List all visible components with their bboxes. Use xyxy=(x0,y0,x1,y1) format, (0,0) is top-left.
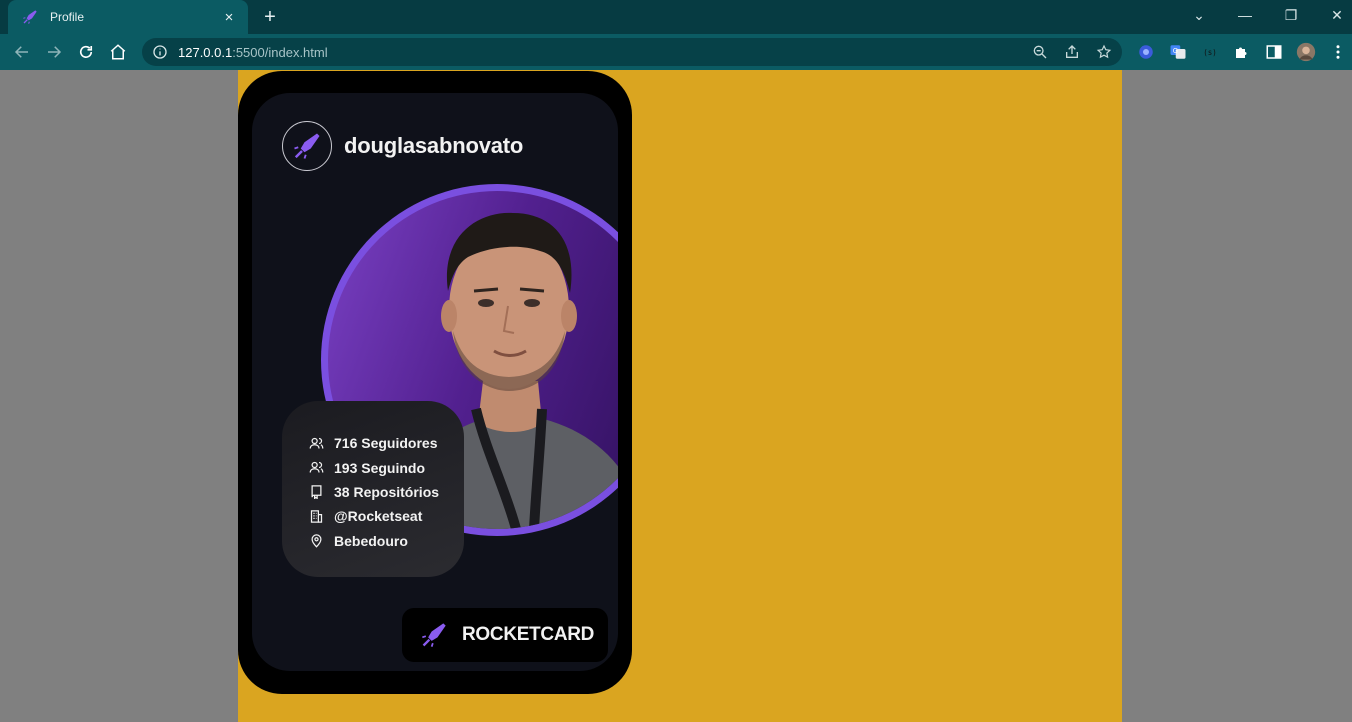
extension-gear-icon[interactable] xyxy=(1136,42,1156,62)
forward-button[interactable] xyxy=(42,40,66,64)
translate-icon[interactable]: G xyxy=(1168,42,1188,62)
company-name: @Rocketseat xyxy=(334,508,423,525)
puzzle-icon[interactable] xyxy=(1232,42,1252,62)
browser-titlebar: Profile × + ⌄ — ❐ ✕ xyxy=(0,0,1352,34)
tab-search-icon[interactable]: ⌄ xyxy=(1176,0,1222,30)
stat-followers: 716 Seguidores xyxy=(308,431,464,455)
stat-company: @Rocketseat xyxy=(308,504,464,528)
side-panel-icon[interactable] xyxy=(1264,42,1284,62)
home-icon xyxy=(110,44,126,60)
followers-count: 716 Seguidores xyxy=(334,435,438,452)
rocket-icon xyxy=(22,9,38,25)
repo-icon xyxy=(308,484,324,500)
back-button[interactable] xyxy=(10,40,34,64)
users-icon xyxy=(308,435,324,451)
minimize-button[interactable]: — xyxy=(1222,0,1268,30)
home-button[interactable] xyxy=(106,40,130,64)
phone-frame: douglasabnovato 716 Seguidores 193 Segui… xyxy=(238,71,632,694)
stat-repositories: 38 Repositórios xyxy=(308,480,464,504)
rocket-icon xyxy=(420,620,448,650)
restore-button[interactable]: ❐ xyxy=(1268,0,1314,30)
star-icon[interactable] xyxy=(1094,42,1114,62)
url-text: 127.0.0.1:5500/index.html xyxy=(178,44,328,60)
arrow-left-icon xyxy=(14,46,28,58)
location-name: Bebedouro xyxy=(334,532,408,549)
rocketcard-button[interactable]: ROCKETCARD xyxy=(402,608,608,662)
reload-icon xyxy=(79,45,93,58)
address-bar[interactable]: 127.0.0.1:5500/index.html xyxy=(142,38,1122,66)
page-body: douglasabnovato 716 Seguidores 193 Segui… xyxy=(238,70,1122,722)
rocket-logo-avatar xyxy=(282,121,332,171)
svg-text:(s): (s) xyxy=(1203,48,1217,57)
stat-location: Bebedouro xyxy=(308,529,464,553)
page-viewport: douglasabnovato 716 Seguidores 193 Segui… xyxy=(0,70,1352,722)
rocketcard-label: ROCKETCARD xyxy=(462,624,595,645)
tab-close-icon[interactable]: × xyxy=(220,9,238,26)
extension-s-icon[interactable]: (s) xyxy=(1200,42,1220,62)
stats-panel: 716 Seguidores 193 Seguindo 38 Repositór… xyxy=(282,401,464,577)
users-icon xyxy=(308,460,324,476)
building-icon xyxy=(308,508,324,524)
username: douglasabnovato xyxy=(344,133,524,158)
tab-title: Profile xyxy=(50,10,85,24)
repositories-count: 38 Repositórios xyxy=(334,483,440,500)
profile-avatar[interactable] xyxy=(1296,42,1316,62)
arrow-right-icon xyxy=(48,46,62,58)
svg-text:G: G xyxy=(1173,47,1178,55)
zoom-icon[interactable] xyxy=(1030,42,1050,62)
close-window-button[interactable]: ✕ xyxy=(1314,0,1352,30)
map-pin-icon xyxy=(308,533,324,549)
menu-kebab-icon[interactable] xyxy=(1328,42,1348,62)
user-header: douglasabnovato xyxy=(282,121,523,171)
browser-tab[interactable]: Profile × xyxy=(8,0,248,34)
rocket-icon xyxy=(294,133,320,159)
info-icon[interactable] xyxy=(152,44,168,60)
reload-button[interactable] xyxy=(74,40,98,64)
new-tab-button[interactable]: + xyxy=(258,5,282,29)
stat-following: 193 Seguindo xyxy=(308,455,464,479)
following-count: 193 Seguindo xyxy=(334,459,426,476)
share-icon[interactable] xyxy=(1062,42,1082,62)
profile-card: douglasabnovato 716 Seguidores 193 Segui… xyxy=(252,93,618,671)
browser-toolbar: 127.0.0.1:5500/index.html G (s) xyxy=(0,34,1352,70)
